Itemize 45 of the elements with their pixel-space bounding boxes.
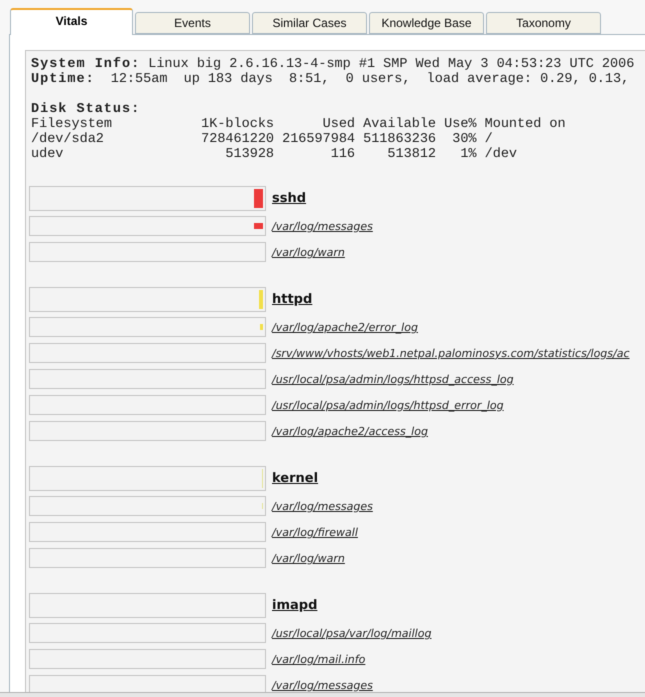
- system-info-text: Linux big 2.6.16.13-4-smp #1 SMP Wed May 3 04:53:23 UTC 2006: [148, 57, 634, 72]
- system-info-label: System Info:: [31, 57, 140, 72]
- log-file-link[interactable]: /var/log/mail.info: [272, 650, 366, 668]
- uptime-label: Uptime:: [31, 72, 95, 87]
- service-link[interactable]: kernel: [272, 468, 318, 488]
- log-file-link[interactable]: /var/log/messages: [272, 676, 373, 692]
- log-file-link[interactable]: /var/log/warn: [272, 242, 345, 262]
- log-file-link[interactable]: /var/log/apache2/access_log: [272, 422, 428, 440]
- disk-status-heading: Disk Status:: [31, 102, 140, 117]
- table-cell-text: 116: [330, 147, 356, 162]
- tab[interactable]: Knowledge Base: [369, 12, 484, 34]
- log-file-link[interactable]: /var/log/apache2/error_log: [272, 318, 418, 336]
- tab[interactable]: Vitals: [10, 8, 133, 35]
- table-cell-text: 30%: [451, 132, 477, 147]
- log-file-link[interactable]: /usr/local/psa/admin/logs/httpsd_error_log: [272, 396, 504, 414]
- table-cell-text: 1%: [459, 147, 477, 162]
- table-cell-text: /dev/sda2: [31, 132, 105, 147]
- column-header: Used: [322, 117, 356, 132]
- log-file-link[interactable]: /var/log/firewall: [272, 522, 358, 542]
- service-link[interactable]: sshd: [272, 188, 306, 208]
- log-file-link[interactable]: /var/log/messages: [272, 496, 373, 516]
- table-cell-text: /: [484, 132, 494, 147]
- table-cell-text: udev: [31, 147, 64, 162]
- log-file-link[interactable]: /usr/local/psa/admin/logs/httpsd_access_log: [272, 370, 514, 388]
- table-cell-text: 513812: [386, 147, 436, 162]
- column-header: Filesystem: [31, 117, 114, 132]
- column-header: Use%: [443, 117, 477, 132]
- column-header: 1K-blocks: [201, 117, 274, 132]
- table-cell-text: 511863236: [362, 132, 436, 147]
- table-cell-text: /dev: [484, 147, 518, 162]
- column-header: Mounted on: [484, 117, 566, 132]
- column-header: Available: [362, 117, 436, 132]
- log-file-link[interactable]: /var/log/warn: [272, 548, 345, 568]
- tab[interactable]: Events: [135, 12, 250, 34]
- service-link[interactable]: imapd: [272, 596, 318, 616]
- table-cell-text: 513928: [224, 147, 274, 162]
- log-file-link[interactable]: /usr/local/psa/var/log/maillog: [272, 624, 432, 642]
- service-link[interactable]: httpd: [272, 290, 312, 310]
- table-cell: 728461220: [201, 132, 274, 147]
- uptime-text: 12:55am up 183 days 8:51, 0 users, load average: 0.29, 0.13,: [110, 72, 630, 87]
- log-file-link[interactable]: /var/log/messages: [272, 216, 373, 236]
- tab[interactable]: Similar Cases: [252, 12, 367, 34]
- tab[interactable]: Taxonomy: [486, 12, 601, 34]
- log-file-link[interactable]: /srv/www/vhosts/web1.netpal.palominosys.com/statistics/logs/ac: [272, 344, 630, 362]
- table-cell-text: 216597984: [281, 132, 356, 147]
